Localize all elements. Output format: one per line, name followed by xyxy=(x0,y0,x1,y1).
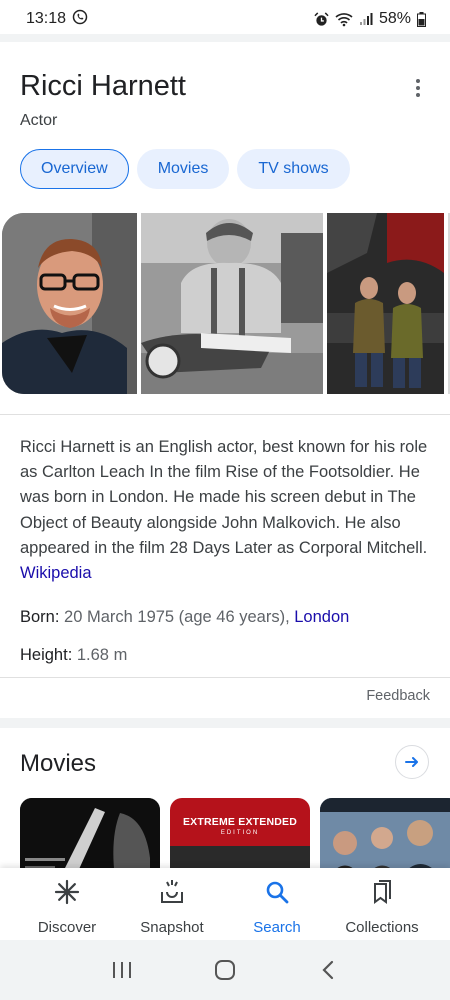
nav-search[interactable]: Search xyxy=(224,878,330,936)
home-icon[interactable] xyxy=(205,950,245,990)
search-icon xyxy=(263,878,291,911)
fact-height: Height: 1.68 m xyxy=(20,646,127,665)
tab-overview[interactable]: Overview xyxy=(20,149,129,189)
top-divider-band xyxy=(0,34,450,42)
movie-poster[interactable] xyxy=(320,798,450,878)
image-carousel xyxy=(0,213,450,394)
image-premiere[interactable] xyxy=(327,213,444,394)
dot xyxy=(416,86,420,90)
fact-height-label: Height xyxy=(20,646,68,664)
status-time: 13:18 xyxy=(26,10,67,27)
dot xyxy=(416,93,420,97)
entity-subtitle: Actor xyxy=(20,112,58,129)
feedback-link[interactable]: Feedback xyxy=(366,688,430,704)
divider xyxy=(0,677,450,678)
image-scooter[interactable] xyxy=(141,213,323,394)
fact-born: Born: 20 March 1975 (age 46 years), Lond… xyxy=(20,608,349,627)
nav-discover-label: Discover xyxy=(37,919,97,936)
snapshot-icon xyxy=(158,878,186,911)
colon: : xyxy=(54,608,65,626)
colon: : xyxy=(67,646,77,664)
description: Ricci Harnett is an English actor, best … xyxy=(20,435,432,586)
divider xyxy=(0,414,450,415)
nav-snapshot[interactable]: Snapshot xyxy=(119,878,225,936)
fact-height-value: 1.68 m xyxy=(76,646,128,664)
dot xyxy=(416,79,420,83)
entity-title: Ricci Harnett xyxy=(20,70,186,102)
wifi-icon xyxy=(335,12,353,27)
discover-icon xyxy=(53,878,81,911)
fact-born-label: Born xyxy=(20,608,55,626)
more-options-icon[interactable] xyxy=(404,74,432,102)
movie-poster[interactable]: EXTREME EXTENDED EDITION xyxy=(170,798,310,878)
screen: 13:18 58% Ricci Harnett Actor Overview M… xyxy=(0,0,450,1000)
nav-collections[interactable]: Collections xyxy=(329,878,435,936)
nav-snapshot-label: Snapshot xyxy=(140,919,204,936)
back-icon[interactable] xyxy=(308,950,348,990)
recent-apps-icon[interactable] xyxy=(102,950,142,990)
status-right: 58% xyxy=(314,10,426,28)
movies-section-title: Movies xyxy=(20,750,97,777)
nav-search-label: Search xyxy=(253,919,301,936)
nav-collections-label: Collections xyxy=(345,919,419,936)
battery-icon xyxy=(417,11,426,27)
born-place-link[interactable]: London xyxy=(294,608,349,626)
alarm-icon xyxy=(314,11,329,27)
fact-born-value: 20 March 1975 (age 46 years), xyxy=(64,608,295,626)
collections-icon xyxy=(368,878,396,911)
tab-bar: Overview Movies TV shows xyxy=(20,149,350,189)
system-nav-bar xyxy=(0,940,450,1000)
movie-poster[interactable] xyxy=(20,798,160,878)
image-portrait[interactable] xyxy=(2,213,137,394)
status-left: 13:18 xyxy=(26,9,88,30)
tab-tv-shows[interactable]: TV shows xyxy=(237,149,350,189)
poster-subtitle-text: EDITION xyxy=(220,830,260,836)
bottom-nav: Discover Snapshot Search Collections xyxy=(0,868,450,940)
wikipedia-link[interactable]: Wikipedia xyxy=(20,564,92,582)
description-text: Ricci Harnett is an English actor, best … xyxy=(20,438,428,557)
tab-movies[interactable]: Movies xyxy=(136,149,230,189)
status-bar: 13:18 58% xyxy=(0,0,450,38)
signal-icon xyxy=(359,12,373,26)
whatsapp-icon xyxy=(72,9,88,30)
section-gap xyxy=(0,718,450,728)
nav-discover[interactable]: Discover xyxy=(14,878,120,936)
arrow-right-icon[interactable] xyxy=(395,745,429,779)
poster-title-text: EXTREME EXTENDED xyxy=(182,816,298,828)
battery-label: 58% xyxy=(378,10,411,27)
